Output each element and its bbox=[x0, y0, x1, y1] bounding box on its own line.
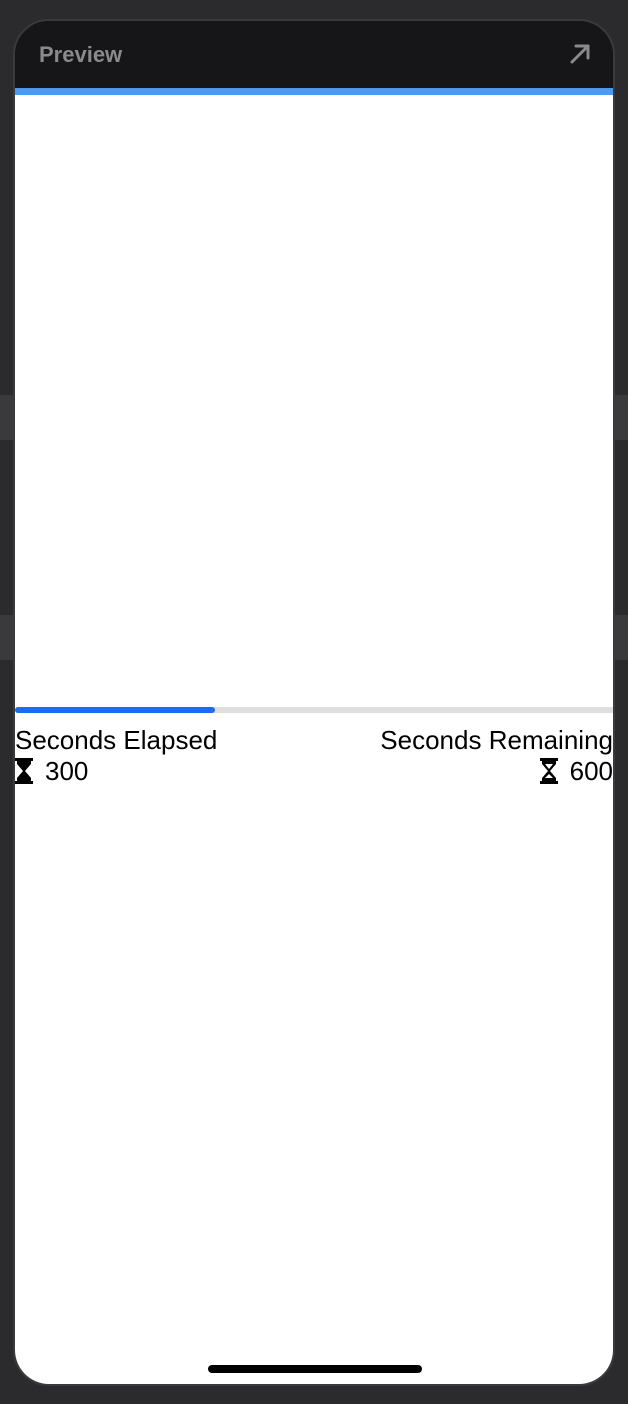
arrow-up-right-icon bbox=[570, 44, 590, 64]
elapsed-value-row: 300 bbox=[15, 756, 88, 786]
hourglass-icon bbox=[15, 758, 33, 784]
screen-content: Seconds Elapsed Seconds Remaining 300 60… bbox=[15, 95, 613, 1384]
remaining-label: Seconds Remaining bbox=[380, 725, 613, 755]
home-indicator bbox=[208, 1365, 422, 1373]
remaining-value: 600 bbox=[569, 755, 613, 786]
progress-bar bbox=[15, 707, 613, 713]
elapsed-value: 300 bbox=[45, 755, 89, 786]
accent-strip bbox=[15, 88, 613, 95]
preview-window: Preview Seconds Elapsed Seconds Remainin… bbox=[13, 19, 615, 1386]
window-title: Preview bbox=[39, 42, 123, 67]
remaining-value-row: 600 bbox=[539, 755, 613, 786]
hourglass-icon bbox=[539, 758, 558, 784]
progress-bar-fill bbox=[15, 707, 215, 713]
title-bar: Preview bbox=[15, 21, 613, 88]
expand-button[interactable] bbox=[567, 41, 593, 67]
elapsed-label: Seconds Elapsed bbox=[15, 725, 218, 755]
